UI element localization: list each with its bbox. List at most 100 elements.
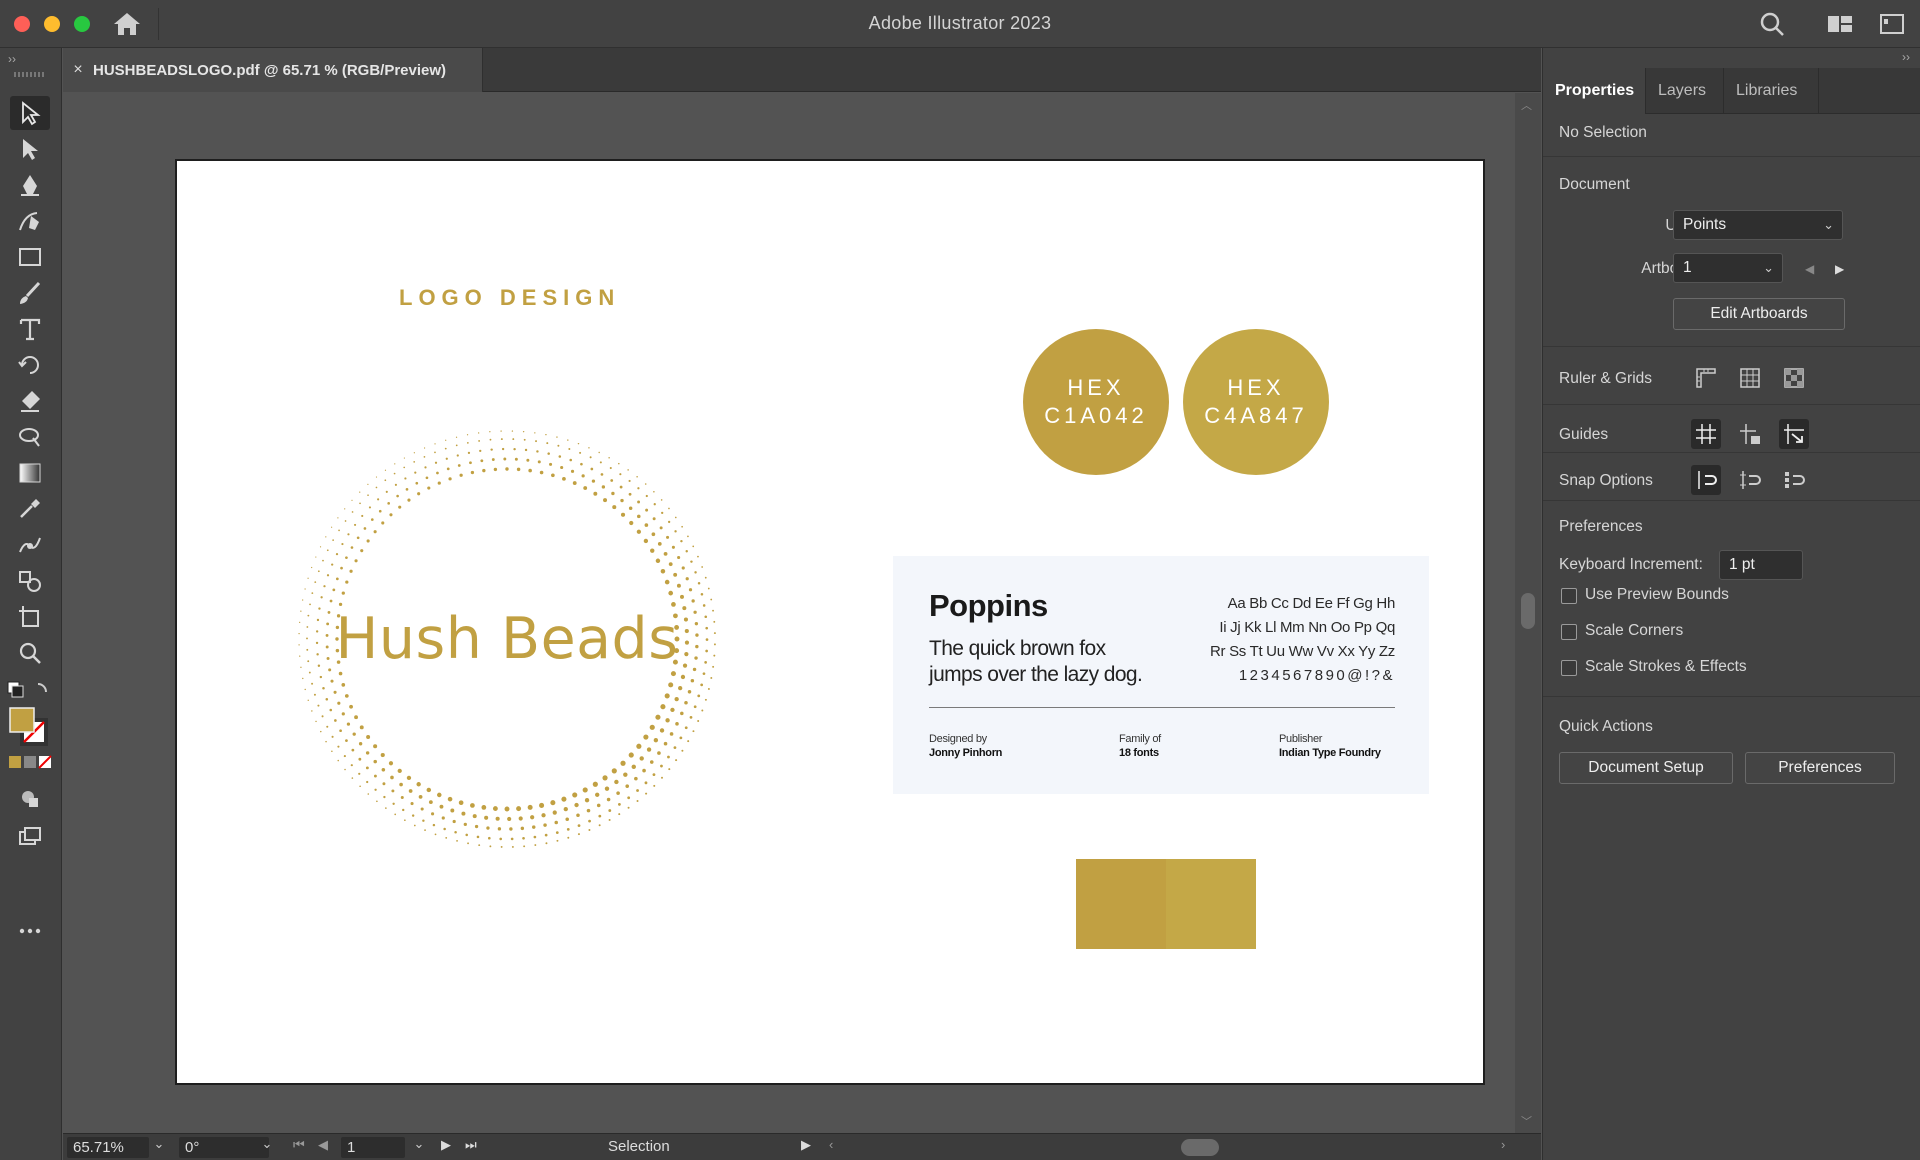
fill-stroke-controls[interactable] xyxy=(6,680,56,748)
collapse-panels-icon[interactable]: ›› xyxy=(1902,50,1910,64)
ring-dot xyxy=(580,462,583,466)
curvature-icon xyxy=(19,212,39,231)
previous-artboard-icon[interactable]: ◀ xyxy=(318,1137,328,1153)
zoom-tool[interactable] xyxy=(10,636,50,670)
eraser-tool[interactable] xyxy=(10,384,50,418)
selection-tool[interactable] xyxy=(10,96,50,130)
ring-dot xyxy=(681,749,684,752)
scale-strokes-effects-checkbox[interactable] xyxy=(1561,660,1577,676)
snap-to-point-icon[interactable] xyxy=(1691,465,1721,495)
ring-dot xyxy=(466,441,469,444)
artboard-number-field[interactable]: 1 xyxy=(341,1137,405,1158)
ring-dot xyxy=(331,526,333,528)
font-specimen-card[interactable]: Poppins The quick brown fox jumps over t… xyxy=(893,556,1429,794)
shape-builder-tool[interactable] xyxy=(10,564,50,598)
artboard-tool[interactable] xyxy=(10,600,50,634)
scroll-left-icon[interactable]: ‹ xyxy=(829,1137,833,1152)
collapse-tools-icon[interactable]: ›› xyxy=(8,52,16,66)
search-icon[interactable] xyxy=(1758,10,1786,38)
color-bar-c1a042[interactable] xyxy=(1076,859,1166,949)
rotation-field[interactable]: 0° xyxy=(179,1137,269,1158)
scroll-down-icon[interactable]: ﹀ xyxy=(1521,1113,1532,1129)
lock-guides-icon[interactable] xyxy=(1735,419,1765,449)
ring-dot xyxy=(302,599,304,601)
panel-toggle-icon[interactable] xyxy=(1878,10,1906,38)
close-tab-icon[interactable]: × xyxy=(63,61,93,79)
curvature-tool[interactable] xyxy=(10,204,50,238)
tab-libraries[interactable]: Libraries xyxy=(1724,68,1819,114)
ring-dot xyxy=(404,477,407,480)
paintbrush-tool[interactable] xyxy=(10,276,50,310)
rotate-tool[interactable] xyxy=(10,348,50,382)
tab-layers[interactable]: Layers xyxy=(1646,68,1724,114)
last-artboard-icon[interactable]: ⏭ xyxy=(465,1137,477,1153)
scroll-right-icon[interactable]: › xyxy=(1501,1137,1505,1152)
tools-grip[interactable] xyxy=(14,72,44,77)
draw-mode-button[interactable] xyxy=(10,782,50,816)
brand-name-text[interactable]: Hush Beads xyxy=(297,606,717,672)
vertical-scrollbar[interactable]: ︿ ﹀ xyxy=(1515,93,1541,1133)
show-guides-icon[interactable] xyxy=(1691,419,1721,449)
eyedropper-tool[interactable] xyxy=(10,492,50,526)
color-swatch-circle-2[interactable]: HEX C4A847 xyxy=(1183,329,1329,475)
color-bar[interactable] xyxy=(1076,859,1256,949)
vertical-scroll-thumb[interactable] xyxy=(1521,593,1535,629)
snap-to-glyph-icon[interactable] xyxy=(1735,465,1765,495)
ruler-icon[interactable] xyxy=(1691,363,1721,393)
scale-strokes-effects-label: Scale Strokes & Effects xyxy=(1585,658,1747,675)
artboard-dropdown[interactable]: 1 ⌄ xyxy=(1673,253,1783,283)
next-artboard-icon[interactable]: ▶ xyxy=(441,1137,451,1153)
artboard[interactable]: LOGO DESIGN Hush Beads HEX C1A042 HEX C4… xyxy=(175,159,1485,1085)
previous-artboard-arrow-icon[interactable]: ◀ xyxy=(1805,262,1814,276)
ring-dot xyxy=(344,508,346,510)
current-tool-status[interactable]: Selection xyxy=(608,1138,670,1155)
scroll-up-icon[interactable]: ︿ xyxy=(1521,97,1532,113)
ring-dot xyxy=(434,833,437,836)
status-menu-arrow-icon[interactable]: ▶ xyxy=(801,1137,811,1153)
rotation-dropdown-chevron[interactable]: ⌄ xyxy=(257,1136,277,1152)
color-swatch-circle-1[interactable]: HEX C1A042 xyxy=(1023,329,1169,475)
color-mode-buttons[interactable] xyxy=(8,754,54,770)
ring-dot xyxy=(505,467,509,471)
zoom-dropdown-chevron[interactable]: ⌄ xyxy=(149,1136,169,1152)
logo-design-heading[interactable]: LOGO DESIGN xyxy=(399,285,620,311)
type-tool[interactable] xyxy=(10,312,50,346)
ring-dot xyxy=(691,599,695,603)
snap-to-pixel-icon[interactable] xyxy=(1779,465,1809,495)
keyboard-increment-input[interactable]: 1 pt xyxy=(1719,550,1803,580)
tab-properties[interactable]: Properties xyxy=(1543,68,1646,114)
screen-mode-button[interactable] xyxy=(10,820,50,854)
first-artboard-icon[interactable]: ⏮ xyxy=(293,1137,305,1153)
puppet-warp-tool[interactable] xyxy=(10,528,50,562)
units-dropdown[interactable]: Points ⌄ xyxy=(1673,210,1843,240)
ring-dot xyxy=(606,797,611,802)
pen-tool[interactable] xyxy=(10,168,50,202)
lasso-tool[interactable] xyxy=(10,420,50,454)
rectangle-tool[interactable] xyxy=(10,240,50,274)
color-bar-c4a847[interactable] xyxy=(1166,859,1256,949)
ring-dot xyxy=(650,548,655,553)
direct-selection-tool[interactable] xyxy=(10,132,50,166)
preferences-button[interactable]: Preferences xyxy=(1745,752,1895,784)
canvas-area[interactable]: LOGO DESIGN Hush Beads HEX C1A042 HEX C4… xyxy=(63,93,1515,1133)
zoom-level-field[interactable]: 65.71% xyxy=(67,1137,149,1158)
ring-dot xyxy=(405,488,409,491)
next-artboard-arrow-icon[interactable]: ▶ xyxy=(1835,262,1844,276)
use-preview-bounds-checkbox[interactable] xyxy=(1561,588,1577,604)
edit-toolbar-button[interactable] xyxy=(10,914,50,948)
transparency-grid-icon[interactable] xyxy=(1779,363,1809,393)
scale-corners-checkbox[interactable] xyxy=(1561,624,1577,640)
ring-dot xyxy=(670,707,675,713)
ring-dot xyxy=(661,511,664,514)
document-tab[interactable]: × HUSHBEADSLOGO.pdf @ 65.71 % (RGB/Previ… xyxy=(63,48,483,92)
horizontal-scroll-thumb[interactable] xyxy=(1181,1139,1219,1156)
ring-dot xyxy=(481,805,487,810)
edit-artboards-button[interactable]: Edit Artboards xyxy=(1673,298,1845,330)
grid-icon[interactable] xyxy=(1735,363,1765,393)
document-setup-button[interactable]: Document Setup xyxy=(1559,752,1733,784)
eraser-icon xyxy=(21,391,40,412)
workspace-switcher-icon[interactable] xyxy=(1826,10,1854,38)
artboard-number-chevron[interactable]: ⌄ xyxy=(409,1136,429,1152)
gradient-tool[interactable] xyxy=(10,456,50,490)
smart-guides-icon[interactable] xyxy=(1779,419,1809,449)
